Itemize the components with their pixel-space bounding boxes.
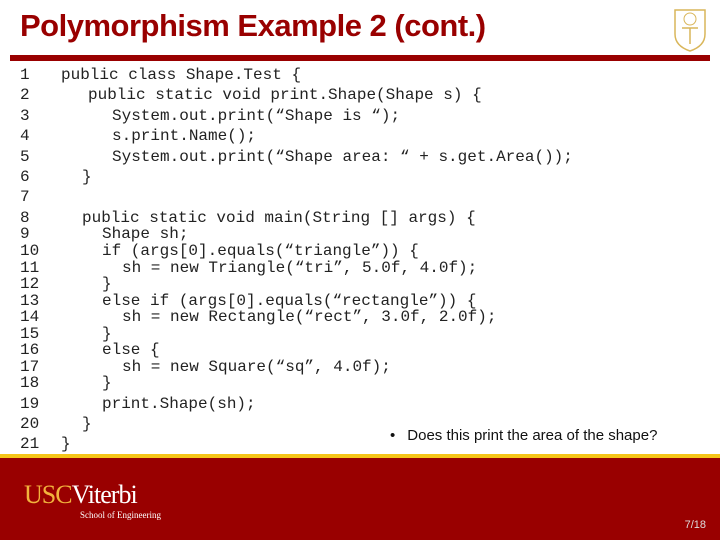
line-number: 3 <box>20 107 30 125</box>
code-line: public class Shape.Test { <box>61 66 302 84</box>
code-line: sh = new Triangle(“tri”, 5.0f, 4.0f); <box>122 259 478 277</box>
line-number: 16 <box>20 341 40 359</box>
line-number: 20 <box>20 415 40 433</box>
code-line: sh = new Rectangle(“rect”, 3.0f, 2.0f); <box>122 308 497 326</box>
logo-school: School of Engineering <box>80 510 161 520</box>
line-number: 2 <box>20 86 30 104</box>
line-number: 4 <box>20 127 30 145</box>
line-number: 18 <box>20 374 40 392</box>
line-number: 7 <box>20 188 30 206</box>
line-number: 12 <box>20 275 40 293</box>
usc-viterbi-logo: USCViterbi <box>24 480 138 510</box>
code-line: } <box>82 415 92 433</box>
code-line: } <box>102 275 112 293</box>
code-line: else { <box>102 341 160 359</box>
line-number: 10 <box>20 242 40 260</box>
usc-seal-icon <box>674 9 706 52</box>
bullet-icon: • <box>390 427 396 444</box>
logo-usc: USC <box>24 480 73 509</box>
bullet-point: • Does this print the area of the shape? <box>390 427 669 444</box>
line-number: 19 <box>20 395 40 413</box>
code-line: if (args[0].equals(“triangle”)) { <box>102 242 419 260</box>
slide-title: Polymorphism Example 2 (cont.) <box>20 8 486 43</box>
code-line: } <box>102 374 112 392</box>
code-line: s.print.Name(); <box>112 127 257 145</box>
logo-viterbi: Viterbi <box>71 480 138 509</box>
line-number: 5 <box>20 148 30 166</box>
code-line: print.Shape(sh); <box>102 395 256 413</box>
title-divider <box>10 55 710 61</box>
page-number: 7/18 <box>684 519 706 531</box>
code-line: System.out.print(“Shape is “); <box>112 107 401 125</box>
code-line: Shape sh; <box>102 225 189 243</box>
code-line: System.out.print(“Shape area: “ + s.get.… <box>112 148 573 166</box>
code-line: } <box>61 435 71 453</box>
code-line: sh = new Square(“sq”, 4.0f); <box>122 358 391 376</box>
code-line: } <box>82 168 92 186</box>
code-line: public static void print.Shape(Shape s) … <box>88 86 482 104</box>
line-number: 21 <box>20 435 40 453</box>
line-number: 14 <box>20 308 40 326</box>
line-number: 1 <box>20 66 30 84</box>
bullet-text: Does this print the area of the shape? <box>407 427 658 444</box>
line-number: 9 <box>20 225 30 243</box>
line-number: 6 <box>20 168 30 186</box>
